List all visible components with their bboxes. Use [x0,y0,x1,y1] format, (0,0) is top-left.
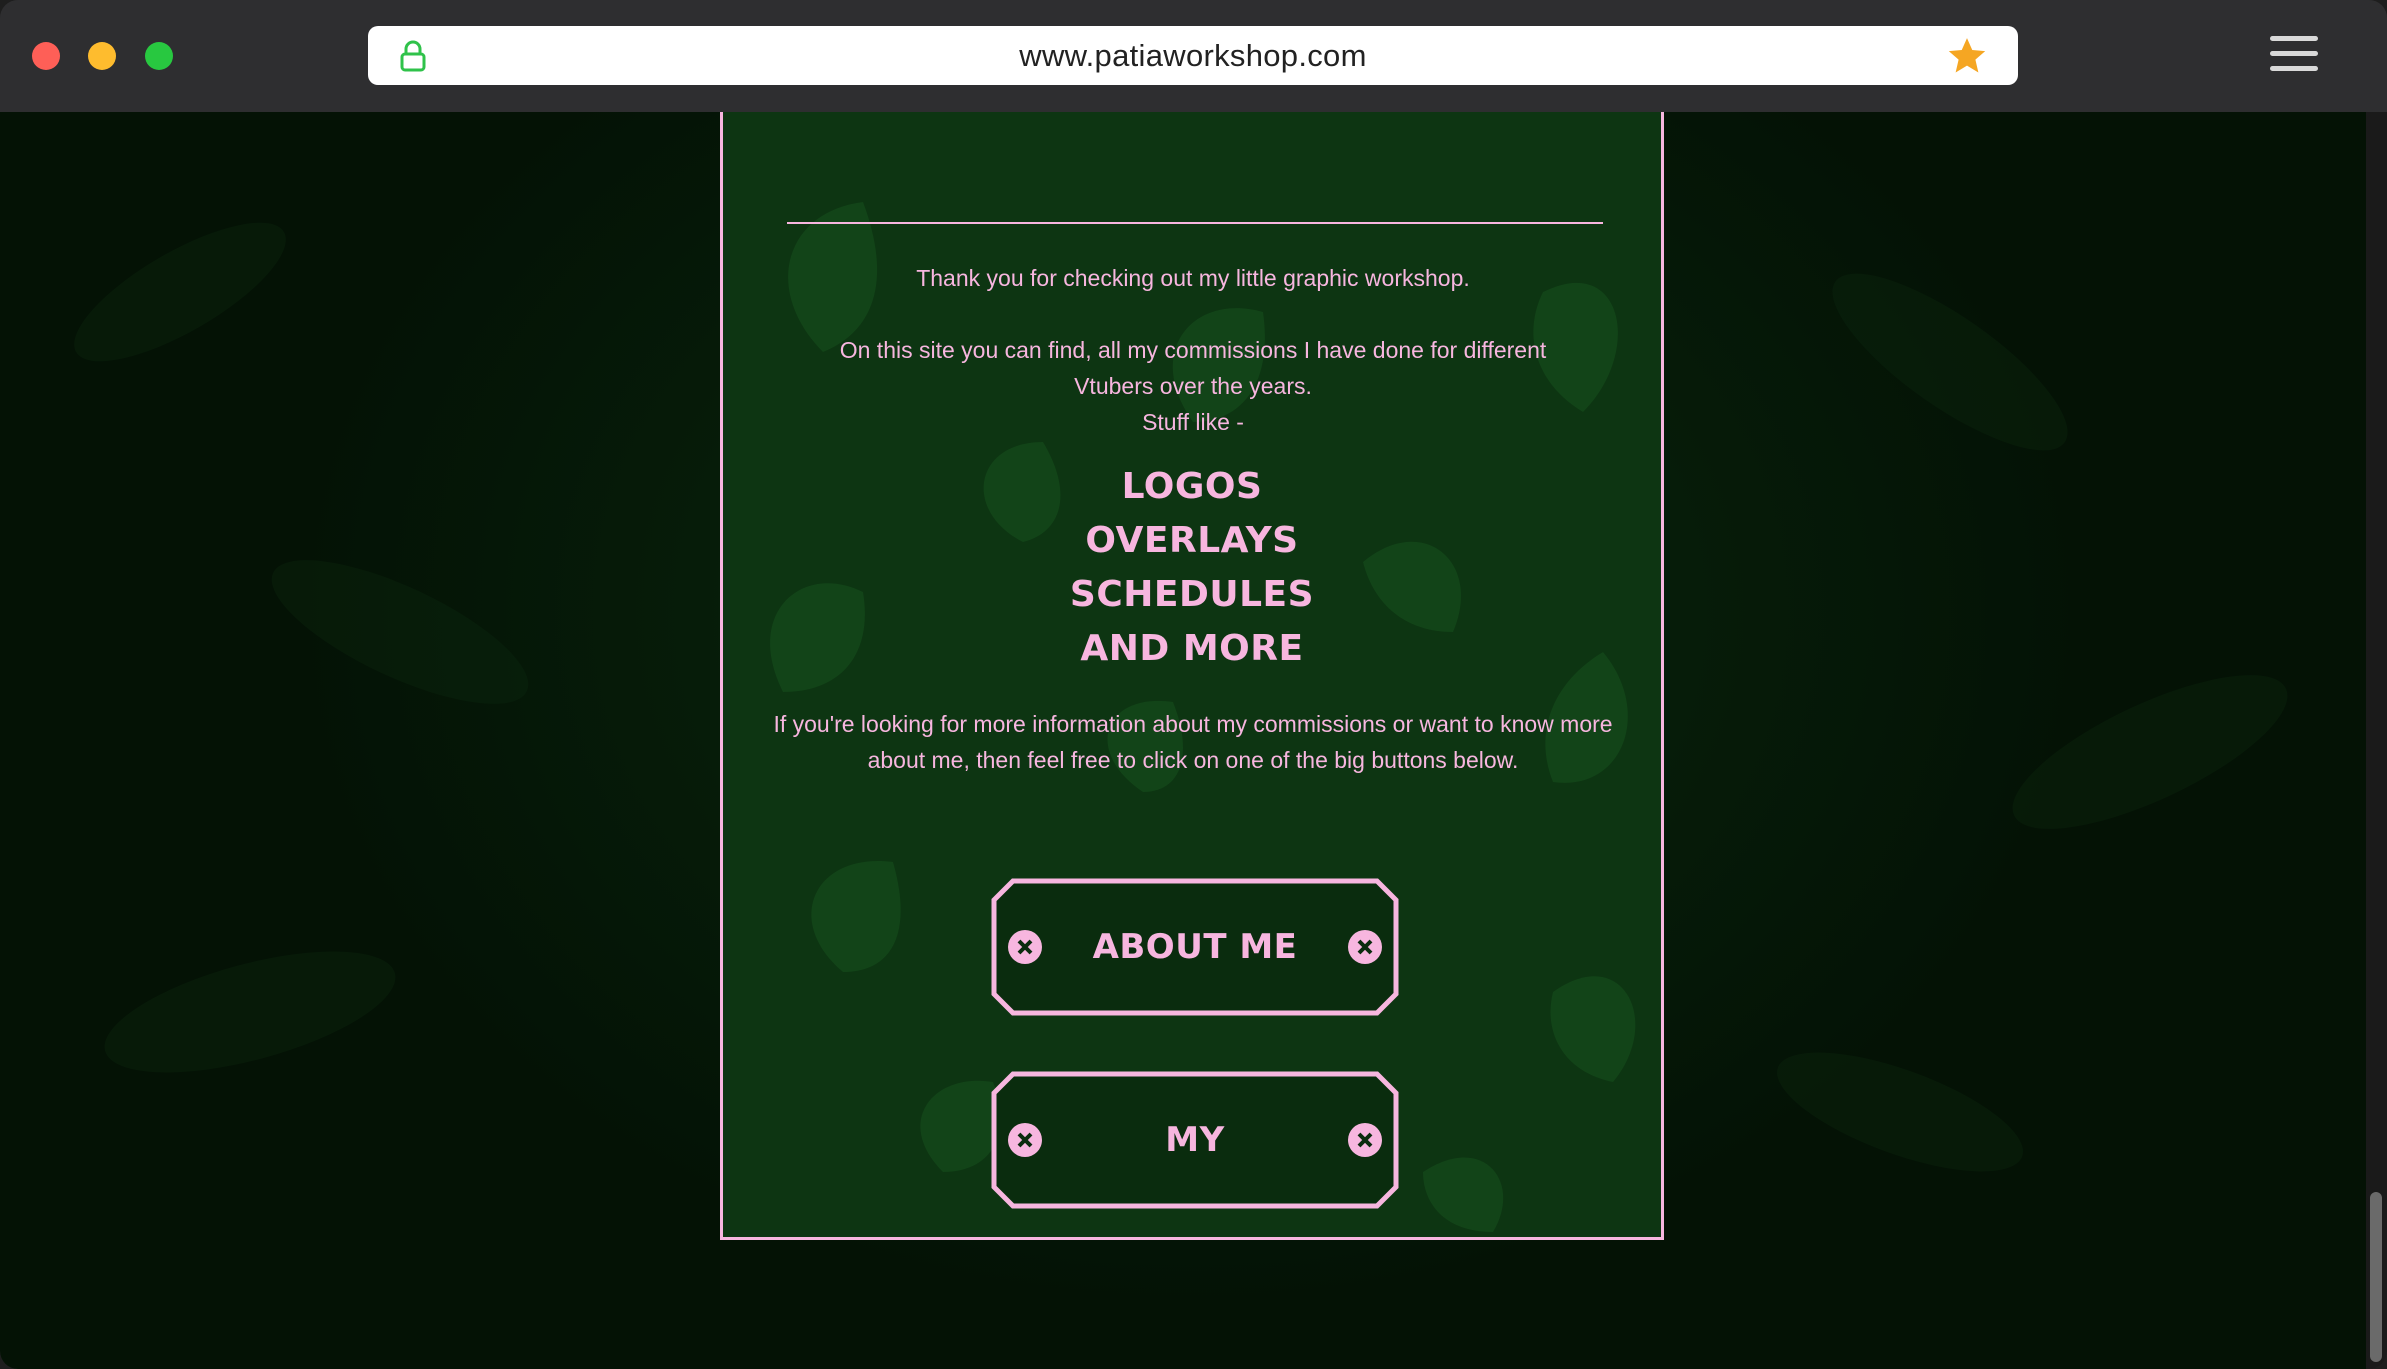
hamburger-menu-icon[interactable] [2270,34,2318,74]
outro-text: If you're looking for more information a… [773,711,1613,773]
page-scrollbar[interactable] [2366,112,2387,1369]
browser-toolbar: www.patiaworkshop.com [0,0,2387,112]
service-overlays: OVERLAYS [1085,520,1299,561]
about-me-button[interactable]: ABOUT ME [991,878,1399,1016]
body-text: On this site you can find, all my commis… [839,337,1547,399]
address-bar[interactable]: www.patiaworkshop.com [368,26,2018,85]
service-and-more: AND MORE [1080,628,1304,669]
minimize-window-button[interactable] [88,42,116,70]
twitter-icon[interactable] [1051,1238,1103,1240]
url-text: www.patiaworkshop.com [1019,38,1367,73]
services-list: LOGOS OVERLAYS SCHEDULES AND MORE [723,460,1661,676]
instagram-icon[interactable] [1172,1238,1224,1240]
my-inventory-button[interactable]: MY INVENTORY [991,1071,1399,1209]
about-me-label: ABOUT ME [1092,927,1298,967]
content-card: Thank you for checking out my little gra… [720,112,1664,1240]
bookmark-star-icon[interactable] [1946,35,1988,77]
page-viewport: Thank you for checking out my little gra… [0,112,2366,1369]
service-schedules: SCHEDULES [1069,574,1315,615]
service-logos: LOGOS [1121,466,1263,507]
browser-window: www.patiaworkshop.com Thank you for chec… [0,0,2387,1369]
close-window-button[interactable] [32,42,60,70]
trello-icon[interactable] [1293,1238,1345,1240]
my-inventory-label: MY INVENTORY [1165,1120,1225,1160]
maximize-window-button[interactable] [145,42,173,70]
intro-text: Thank you for checking out my little gra… [916,265,1470,291]
scrollbar-thumb[interactable] [2370,1192,2382,1362]
stuff-like-text: Stuff like - [1142,409,1244,435]
section-divider [787,222,1603,224]
